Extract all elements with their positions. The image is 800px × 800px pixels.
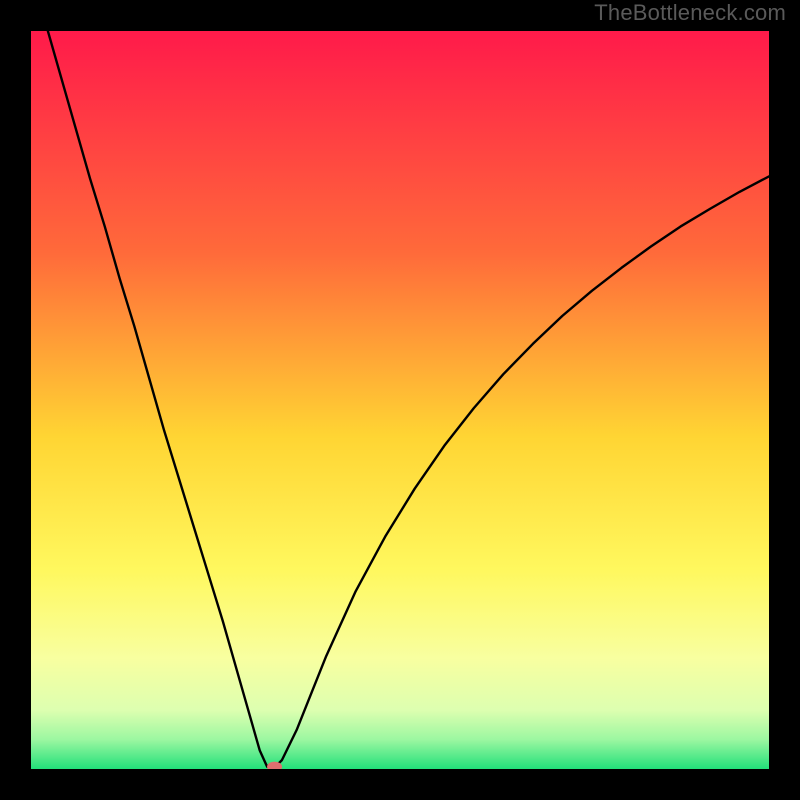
chart-svg xyxy=(31,31,769,769)
gradient-background xyxy=(31,31,769,769)
watermark-text: TheBottleneck.com xyxy=(594,0,786,26)
plot-area xyxy=(31,31,769,769)
chart-frame: TheBottleneck.com xyxy=(0,0,800,800)
